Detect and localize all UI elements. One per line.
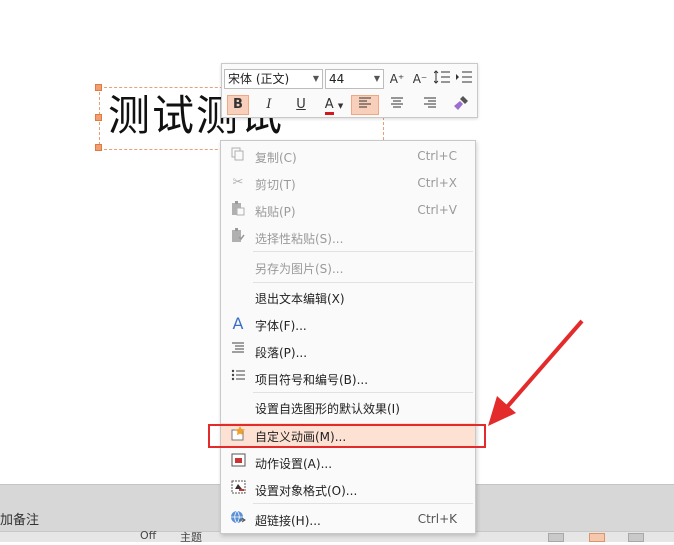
grow-font-icon[interactable]: A⁺ [388,70,406,88]
chevron-down-icon: ▼ [337,102,344,110]
font-size-value: 44 [329,72,345,86]
align-right-icon [424,97,436,108]
menu-item-exit-text-edit[interactable]: 退出文本编辑(X) [221,285,475,309]
paste-icon [229,201,247,219]
format-painter-icon [454,96,468,110]
resize-handle-ml[interactable] [95,114,102,121]
align-center-button[interactable] [386,95,408,115]
font-name-value: 宋体 (正文) [228,72,290,86]
add-notes-label[interactable]: 加备注 [0,509,39,528]
resize-handle-bl[interactable] [95,144,102,151]
context-menu: 复制(C) Ctrl+C ✂ 剪切(T) Ctrl+X 粘贴(P) Ctrl+V… [220,140,476,534]
menu-item-action-settings[interactable]: 动作设置(A)... [221,450,475,474]
action-settings-icon [229,453,247,471]
annotation-highlight-box [208,424,486,448]
menu-item-font[interactable]: A 字体(F)... [221,312,475,336]
italic-button[interactable]: I [258,95,280,115]
menu-item-format-object[interactable]: 设置对象格式(O)... [221,477,475,501]
menu-item-bullets-numbering[interactable]: 项目符号和编号(B)... [221,366,475,390]
underline-button[interactable]: U [290,95,312,115]
menu-item-default-shape-effect[interactable]: 设置自选图形的默认效果(I) [221,395,475,419]
menu-item-paste[interactable]: 粘贴(P) Ctrl+V [221,198,475,222]
resize-handle-tl[interactable] [95,84,102,91]
menu-item-cut[interactable]: ✂ 剪切(T) Ctrl+X [221,171,475,195]
menu-separator [253,392,473,393]
chevron-down-icon: ▼ [312,74,319,83]
hyperlink-icon [229,510,247,528]
format-painter-button[interactable] [450,95,472,115]
font-icon: A [232,314,244,333]
copy-icon [229,147,247,165]
align-center-icon [391,97,403,108]
line-spacing-icon[interactable] [433,70,451,88]
menu-separator [253,251,473,252]
bold-button[interactable]: B [227,95,249,115]
align-left-button[interactable] [351,95,379,115]
scissors-icon: ✂ [232,175,244,190]
menu-item-hyperlink[interactable]: 超链接(H)... Ctrl+K [221,507,475,531]
font-color-button[interactable]: A ▼ [319,95,349,115]
menu-item-save-as-picture[interactable]: 另存为图片(S)... [221,255,475,279]
status-office-text: Off [140,529,157,542]
status-theme-text: 主题 [180,531,202,544]
format-object-icon [229,480,247,498]
menu-item-copy[interactable]: 复制(C) Ctrl+C [221,144,475,168]
indent-icon[interactable] [455,70,473,88]
bullets-icon [229,369,247,387]
mini-toolbar: 宋体 (正文) ▼ 44 ▼ A⁺ A⁻ B I U A ▼ [221,63,478,118]
chevron-down-icon: ▼ [373,74,380,83]
font-size-select[interactable]: 44 ▼ [325,69,384,89]
align-right-button[interactable] [419,95,441,115]
paragraph-icon [229,342,247,360]
align-left-icon [359,97,371,108]
menu-separator [253,282,473,283]
menu-item-paragraph[interactable]: 段落(P)... [221,339,475,363]
menu-separator [253,503,473,504]
font-name-select[interactable]: 宋体 (正文) ▼ [224,69,323,89]
shrink-font-icon[interactable]: A⁻ [411,70,429,88]
paste-special-icon [229,228,247,246]
menu-item-paste-special[interactable]: 选择性粘贴(S)... [221,225,475,249]
